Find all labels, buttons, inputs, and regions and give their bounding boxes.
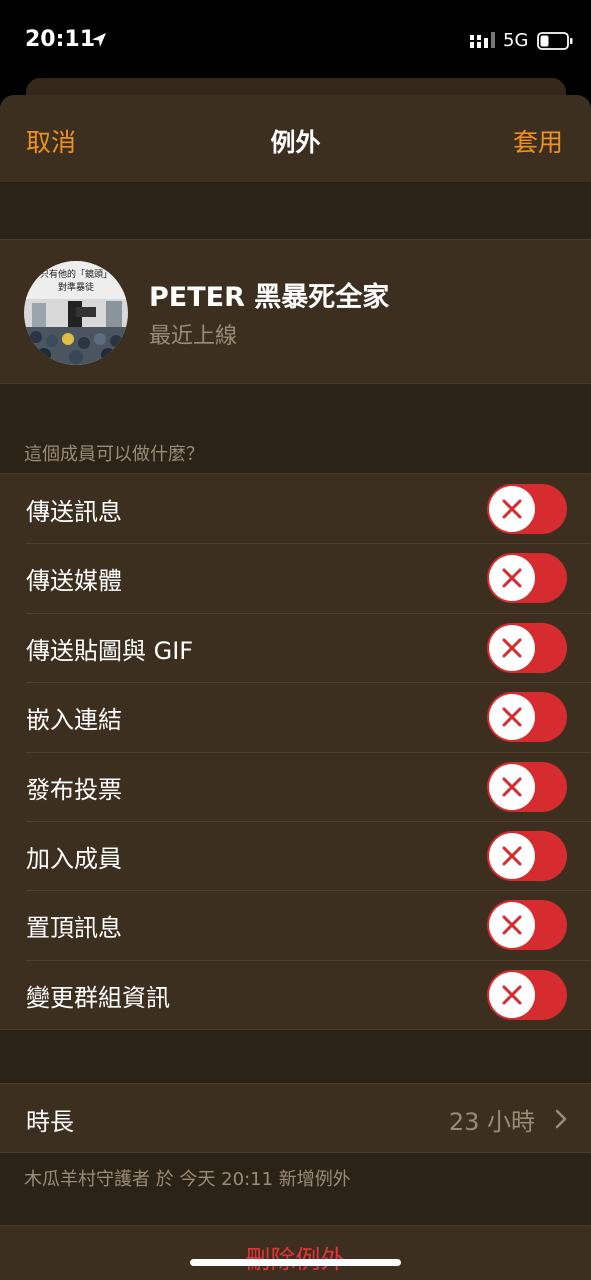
exception-footnote: 木瓜羊村守護者 於 今天 20:11 新增例外 xyxy=(24,1169,351,1190)
close-icon xyxy=(502,499,522,519)
permission-label: 置頂訊息 xyxy=(26,914,122,943)
delete-exception-label: 刪除例外 xyxy=(0,1240,591,1276)
member-status: 最近上線 xyxy=(149,324,238,349)
exception-sheet: 取消 例外 套用 只有他的「鏡頭」 對準暴徒 PETER 黑暴死全家 最近上線 … xyxy=(0,95,591,1280)
permission-label: 變更群組資訊 xyxy=(26,983,170,1012)
permissions-header: 這個成員可以做什麼？ xyxy=(24,444,204,465)
permission-toggle[interactable] xyxy=(487,622,567,673)
toggle-knob xyxy=(489,486,535,532)
duration-row[interactable]: 時長 23 小時 xyxy=(0,1083,591,1153)
cancel-button[interactable]: 取消 xyxy=(26,123,76,159)
permission-label: 傳送訊息 xyxy=(26,498,122,526)
member-name: PETER 黑暴死全家 xyxy=(149,282,390,313)
duration-value: 23 小時 xyxy=(448,1108,535,1136)
close-icon xyxy=(502,568,522,588)
permission-row: 變更群組資訊 xyxy=(0,959,591,1029)
network-type: 5G xyxy=(503,30,529,51)
permission-row: 發布投票 xyxy=(0,751,591,821)
status-time: 20:11 xyxy=(25,27,96,52)
permission-toggle[interactable] xyxy=(487,830,567,881)
permission-toggle[interactable] xyxy=(487,969,567,1020)
delete-exception-button[interactable]: 刪除例外 xyxy=(0,1225,591,1280)
svg-text:對準暴徒: 對準暴徒 xyxy=(58,281,94,293)
close-icon xyxy=(502,707,522,727)
close-icon xyxy=(502,915,522,935)
status-bar: 20:11 5G xyxy=(0,0,591,80)
permission-label: 加入成員 xyxy=(26,844,122,873)
navbar: 取消 例外 套用 xyxy=(0,95,591,183)
page-title: 例外 xyxy=(270,128,321,157)
close-icon xyxy=(502,846,522,866)
permission-row: 嵌入連結 xyxy=(0,682,591,751)
permission-label: 傳送媒體 xyxy=(26,567,122,596)
toggle-knob xyxy=(489,555,535,602)
permission-row: 置頂訊息 xyxy=(0,890,591,959)
location-arrow-icon xyxy=(92,33,106,47)
toggle-knob xyxy=(489,832,535,879)
permission-row: 加入成員 xyxy=(0,820,591,890)
toggle-knob xyxy=(489,624,535,671)
toggle-knob xyxy=(489,902,535,949)
home-indicator[interactable] xyxy=(190,1259,401,1266)
permission-toggle[interactable] xyxy=(487,900,567,951)
permission-toggle[interactable] xyxy=(487,761,567,812)
toggle-knob xyxy=(489,971,535,1018)
chevron-right-icon xyxy=(555,1109,567,1129)
permission-row: 傳送訊息 xyxy=(0,474,591,543)
close-icon xyxy=(502,777,522,797)
battery-icon xyxy=(537,32,573,50)
close-icon xyxy=(502,638,522,658)
permission-row: 傳送媒體 xyxy=(0,543,591,612)
toggle-knob xyxy=(489,763,535,810)
close-icon xyxy=(502,985,522,1005)
signal-icon xyxy=(470,32,495,48)
member-profile[interactable]: 只有他的「鏡頭」 對準暴徒 PETER 黑暴死全家 最近上線 xyxy=(0,239,591,384)
toggle-knob xyxy=(489,694,535,741)
permission-row: 傳送貼圖與 GIF xyxy=(0,612,591,682)
permission-label: 嵌入連結 xyxy=(26,706,122,735)
permissions-list: 傳送訊息 傳送媒體 傳送貼圖與 GIF 嵌入連結 發布投票 加入成員 置頂訊息 … xyxy=(0,473,591,1031)
permission-label: 發布投票 xyxy=(26,775,122,804)
permission-toggle[interactable] xyxy=(487,553,567,604)
avatar: 只有他的「鏡頭」 對準暴徒 xyxy=(24,261,128,365)
permission-toggle[interactable] xyxy=(487,692,567,743)
permission-toggle[interactable] xyxy=(487,484,567,534)
avatar-caption: 只有他的「鏡頭」 xyxy=(40,268,112,280)
duration-label: 時長 xyxy=(26,1108,74,1136)
permission-label: 傳送貼圖與 GIF xyxy=(26,636,194,665)
apply-button[interactable]: 套用 xyxy=(513,123,563,159)
